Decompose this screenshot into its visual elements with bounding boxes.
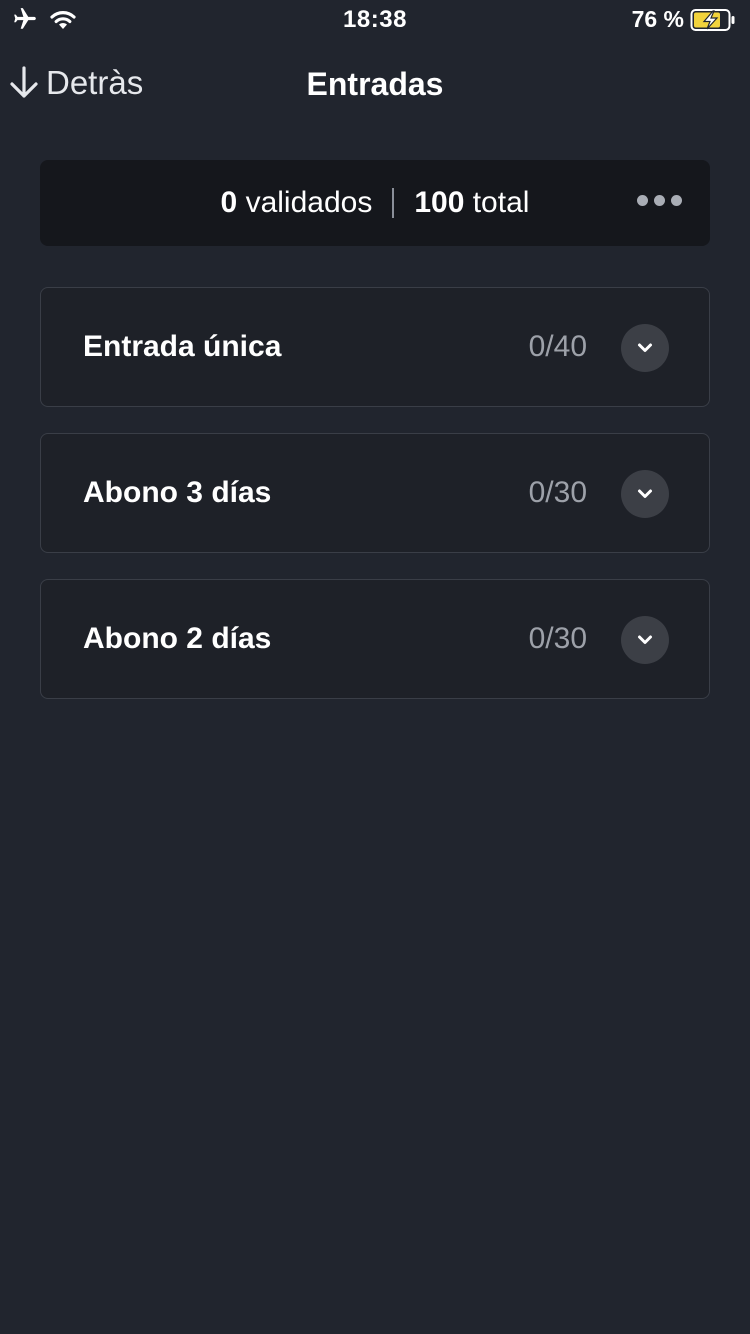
validated-label: validados	[237, 186, 373, 219]
summary-divider	[392, 188, 395, 218]
ticket-card[interactable]: Abono 2 días 0/30	[40, 579, 710, 699]
page-title: Entradas	[306, 66, 444, 102]
chevron-down-icon	[638, 343, 652, 352]
status-right: 76 %	[632, 6, 738, 33]
summary-card: 0 validados 100 total	[40, 160, 710, 246]
chevron-down-icon	[638, 635, 652, 644]
ticket-count: 0/30	[528, 622, 587, 655]
more-dot	[637, 195, 648, 206]
total-label: total	[464, 186, 530, 219]
ticket-name: Abono 3 días	[83, 476, 272, 509]
summary-text: 0 validados 100 total	[40, 186, 710, 220]
more-dot	[654, 195, 665, 206]
battery-percentage: 76 %	[631, 6, 684, 32]
expand-button[interactable]	[621, 470, 669, 518]
ticket-card[interactable]: Entrada única 0/40	[40, 287, 710, 407]
ticket-card[interactable]: Abono 3 días 0/30	[40, 433, 710, 553]
ticket-count: 0/40	[528, 330, 587, 363]
more-dot	[671, 195, 682, 206]
nav-bar: Detràs Entradas	[0, 50, 750, 120]
status-bar: 18:38 76 %	[0, 0, 750, 40]
more-options-button[interactable]	[637, 195, 682, 206]
ticket-count: 0/30	[528, 476, 587, 509]
total-count: 100	[414, 186, 465, 219]
expand-button[interactable]	[621, 616, 669, 664]
expand-button[interactable]	[621, 324, 669, 372]
validated-count: 0	[220, 186, 238, 219]
ticket-name: Abono 2 días	[83, 622, 272, 655]
ticket-name: Entrada única	[83, 330, 282, 363]
chevron-down-icon	[638, 489, 652, 498]
battery-charging-icon	[690, 8, 735, 31]
